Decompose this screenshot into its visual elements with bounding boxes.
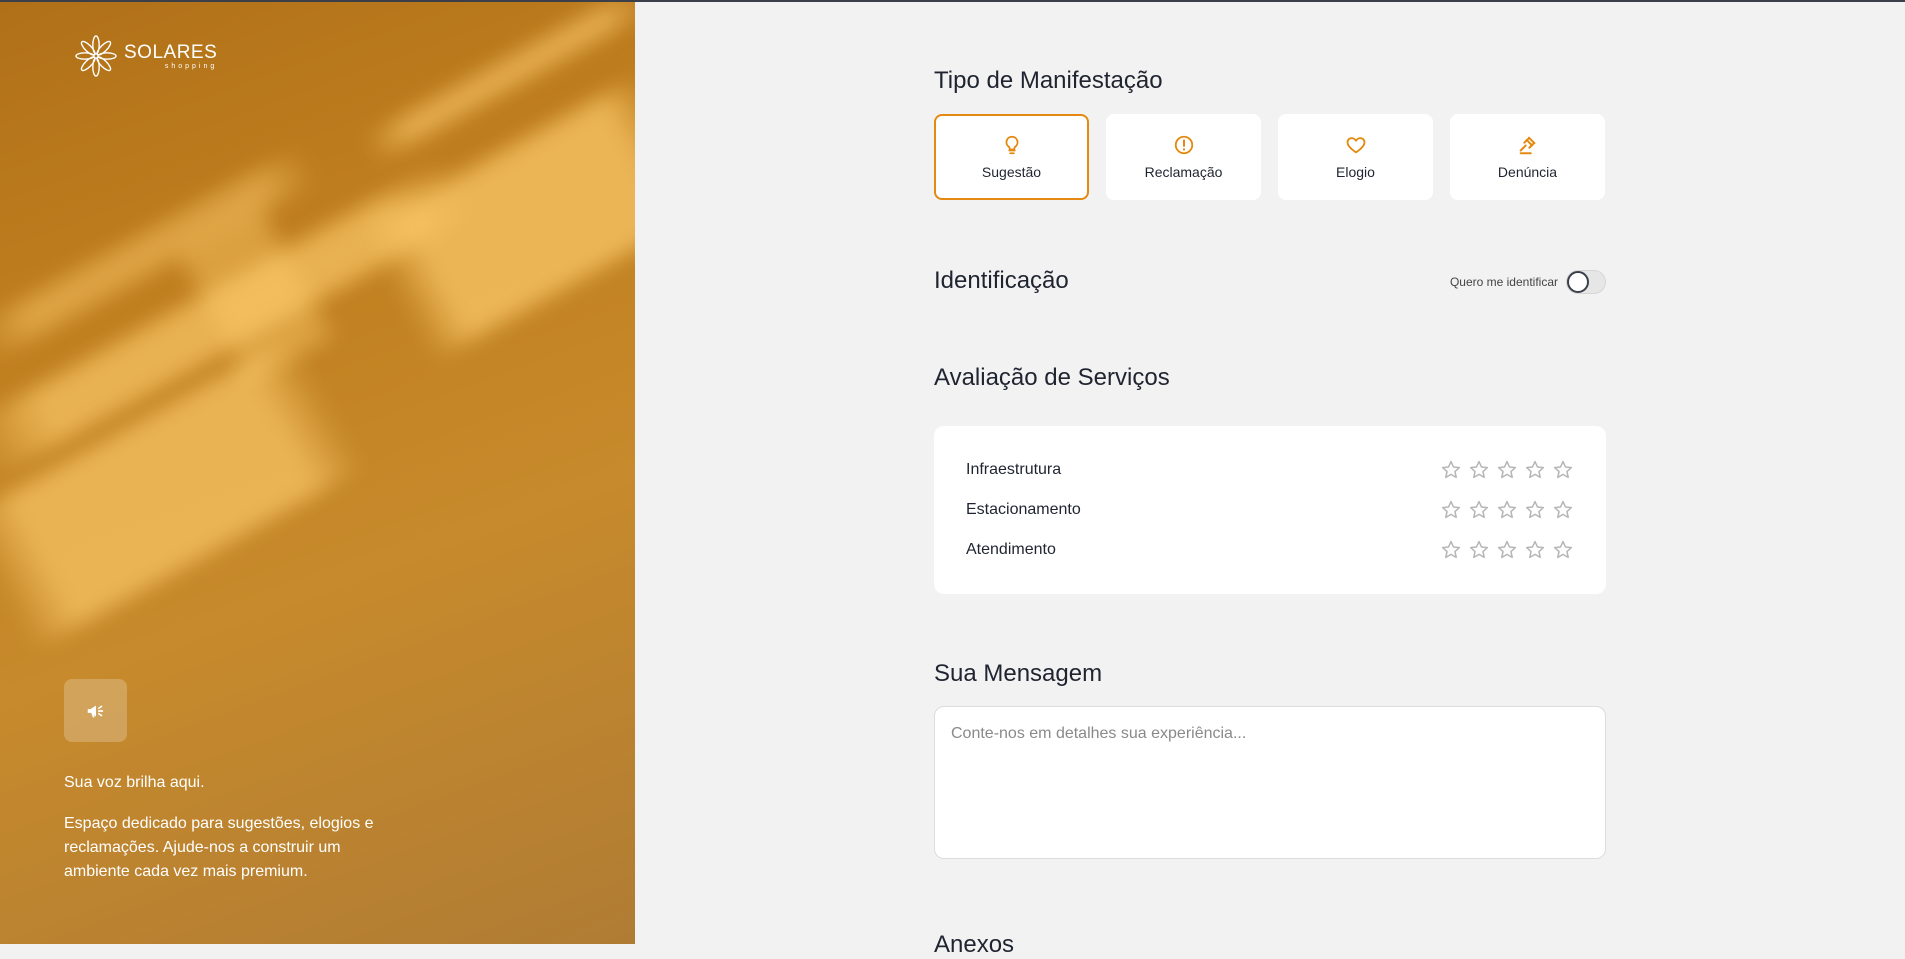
star-icon[interactable]: [1468, 499, 1490, 521]
star-icon[interactable]: [1552, 459, 1574, 481]
hero-description: Espaço dedicado para sugestões, elogios …: [64, 815, 374, 880]
ratings-card: Infraestrutura Estacionamento Atendiment…: [934, 426, 1606, 594]
star-icon[interactable]: [1524, 539, 1546, 561]
hero-title: Sua voz brilha aqui.: [64, 774, 205, 791]
star-rating: [1440, 499, 1574, 521]
message-title: Sua Mensagem: [934, 660, 1103, 687]
rating-label: Estacionamento: [966, 501, 1081, 518]
megaphone-badge: [64, 679, 127, 742]
star-icon[interactable]: [1440, 539, 1462, 561]
lightbulb-icon: [1005, 135, 1018, 155]
hero-panel: SOLARES shopping Sua voz brilha aqui. Es…: [0, 0, 635, 944]
top-border: [0, 0, 1905, 2]
type-options: Sugestão Reclamação Elogio Denúncia: [934, 114, 1605, 200]
attachments-title: Anexos: [934, 931, 1015, 958]
alert-circle-icon: [1174, 135, 1193, 155]
gavel-icon: [1519, 136, 1535, 155]
star-rating: [1440, 459, 1574, 481]
star-icon[interactable]: [1496, 459, 1518, 481]
type-option-sugestao[interactable]: Sugestão: [934, 114, 1089, 200]
rating-label: Infraestrutura: [966, 461, 1062, 478]
type-option-label: Denúncia: [1497, 164, 1558, 180]
star-icon[interactable]: [1524, 459, 1546, 481]
heart-icon: [1346, 137, 1365, 154]
star-icon[interactable]: [1552, 539, 1574, 561]
identify-toggle-label: Quero me identificar: [1449, 275, 1558, 289]
toggle-knob: [1567, 271, 1589, 293]
star-icon[interactable]: [1552, 499, 1574, 521]
brand-logo[interactable]: SOLARES shopping: [74, 34, 217, 78]
type-option-label: Reclamação: [1144, 164, 1223, 180]
identify-toggle-group: Quero me identificar: [1450, 270, 1606, 294]
message-textarea[interactable]: [934, 706, 1606, 859]
star-icon[interactable]: [1440, 499, 1462, 521]
rating-label: Atendimento: [966, 541, 1056, 558]
rating-row-estacionamento: Estacionamento: [966, 498, 1574, 522]
type-option-denuncia[interactable]: Denúncia: [1450, 114, 1605, 200]
rating-row-infraestrutura: Infraestrutura: [966, 458, 1574, 482]
star-icon[interactable]: [1524, 499, 1546, 521]
star-icon[interactable]: [1468, 459, 1490, 481]
type-section-title: Tipo de Manifestação: [934, 67, 1163, 94]
rating-row-atendimento: Atendimento: [966, 538, 1574, 562]
type-option-label: Elogio: [1336, 164, 1375, 180]
star-icon[interactable]: [1440, 459, 1462, 481]
star-icon[interactable]: [1496, 499, 1518, 521]
type-option-elogio[interactable]: Elogio: [1278, 114, 1433, 200]
type-option-label: Sugestão: [981, 164, 1042, 180]
type-option-reclamacao[interactable]: Reclamação: [1106, 114, 1261, 200]
identification-title: Identificação: [934, 267, 1069, 294]
brand-name: SOLARES: [124, 41, 218, 63]
megaphone-icon: [87, 705, 103, 717]
ratings-title: Avaliação de Serviços: [934, 364, 1170, 391]
star-icon[interactable]: [1496, 539, 1518, 561]
identify-toggle[interactable]: [1566, 270, 1606, 294]
star-rating: [1440, 539, 1574, 561]
star-icon[interactable]: [1468, 539, 1490, 561]
flower-logo-icon: [75, 35, 117, 77]
brand-subtitle: shopping: [164, 62, 218, 70]
